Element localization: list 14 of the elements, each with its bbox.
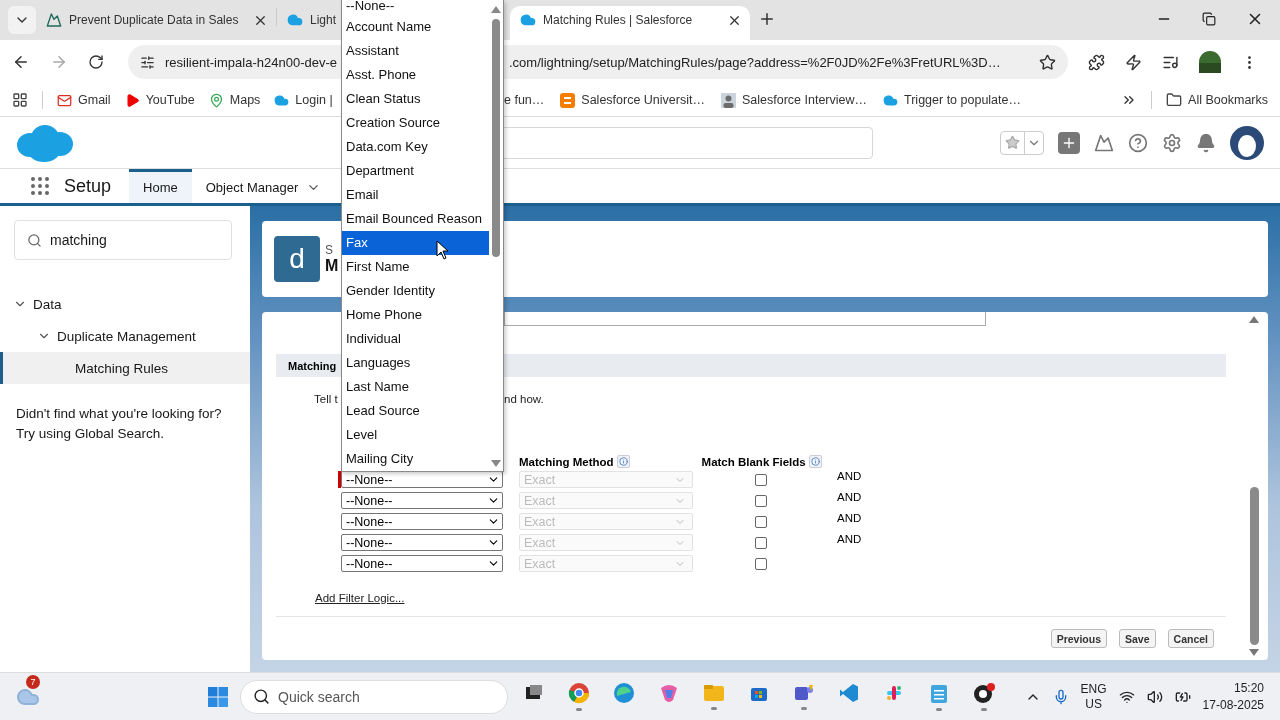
connector-label: AND [837,490,862,503]
column-header: Match Blank Fields [701,455,806,468]
help-text: Didn't find what you're looking for? Try using Global Search. [16,405,223,443]
column-header: Matching Method [519,455,614,468]
connector-label: AND [837,511,862,524]
page-title: M [325,257,339,275]
description-text: nd how. [504,393,544,405]
page-icon: d [274,236,320,282]
app-name: Setup [64,175,112,197]
page-subtitle: S [325,243,334,257]
notification-badge: 7 [26,674,40,689]
description-text: Tell t [314,393,339,405]
connector-label: AND [837,469,862,482]
connector-label: AND [837,532,862,545]
